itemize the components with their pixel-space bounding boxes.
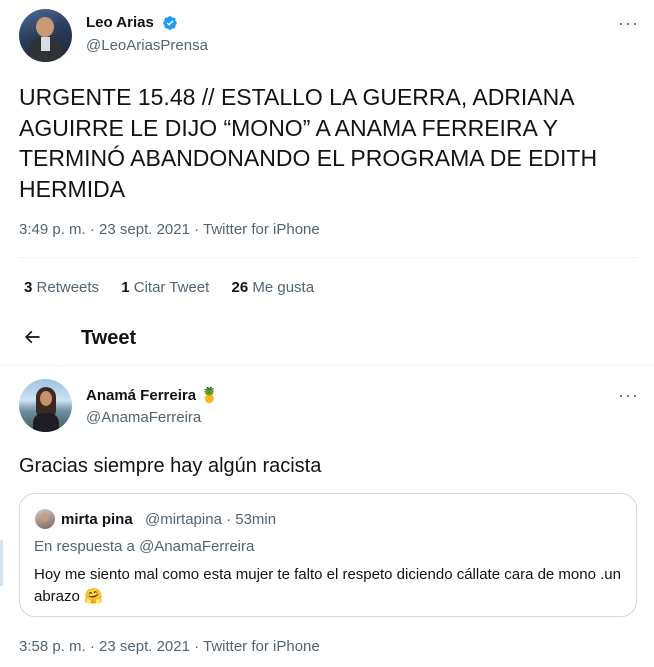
verified-badge-icon [163,16,177,30]
tweet-timestamp[interactable]: 3:58 p. m. · 23 sept. 2021 · Twitter for… [19,638,320,655]
quotes-label: Citar Tweet [133,279,210,296]
retweets-stat[interactable]: 3 Retweets [24,279,99,296]
scroll-edge [0,540,3,586]
quoted-reply-to: En respuesta a @AnamaFerreira [34,538,255,555]
quoted-author-name: mirta pina [61,511,133,528]
author-handle[interactable]: @AnamaFerreira [86,409,201,426]
author-handle[interactable]: @LeoAriasPrensa [86,37,208,54]
tweet-timestamp[interactable]: 3:49 p. m. · 23 sept. 2021 · Twitter for… [19,221,320,238]
tweet-leo-arias: Leo Arias @LeoAriasPrensa ··· URGENTE 15… [0,0,654,318]
retweets-label: Retweets [36,279,100,296]
divider [0,365,654,366]
author-name[interactable]: Anamá Ferreira 🍍 [86,386,219,404]
retweets-count: 3 [24,279,33,296]
avatar[interactable] [19,379,72,432]
quoted-text: Hoy me siento mal como esta mujer te fal… [34,566,621,605]
divider [19,257,637,258]
more-options-icon[interactable]: ··· [618,386,639,404]
avatar [35,509,55,529]
tweet-anama-ferreira: Tweet Anamá Ferreira 🍍 @AnamaFerreira ··… [0,318,654,667]
more-options-icon[interactable]: ··· [618,14,639,32]
arrow-left-icon[interactable] [22,327,42,347]
page-title: Tweet [81,327,137,349]
likes-count: 26 [231,279,249,296]
avatar[interactable] [19,9,72,62]
quotes-count: 1 [121,279,130,296]
tweet-text: Gracias siempre hay algún racista [19,455,322,477]
pineapple-icon: 🍍 [200,386,219,404]
quoted-author-handle: @mirtapina · 53min [145,511,277,528]
quotes-stat[interactable]: 1 Citar Tweet [121,279,209,296]
tweet-text: URGENTE 15.48 // ESTALLO LA GUERRA, ADRI… [19,84,598,202]
likes-label: Me gusta [252,279,315,296]
quoted-tweet[interactable]: mirta pina @mirtapina · 53min En respues… [19,493,637,617]
author-name-text: Anamá Ferreira [86,387,197,404]
tweet-stats: 3 Retweets 1 Citar Tweet 26 Me gusta [24,279,332,296]
author-name[interactable]: Leo Arias [86,14,154,31]
likes-stat[interactable]: 26 Me gusta [232,279,315,296]
